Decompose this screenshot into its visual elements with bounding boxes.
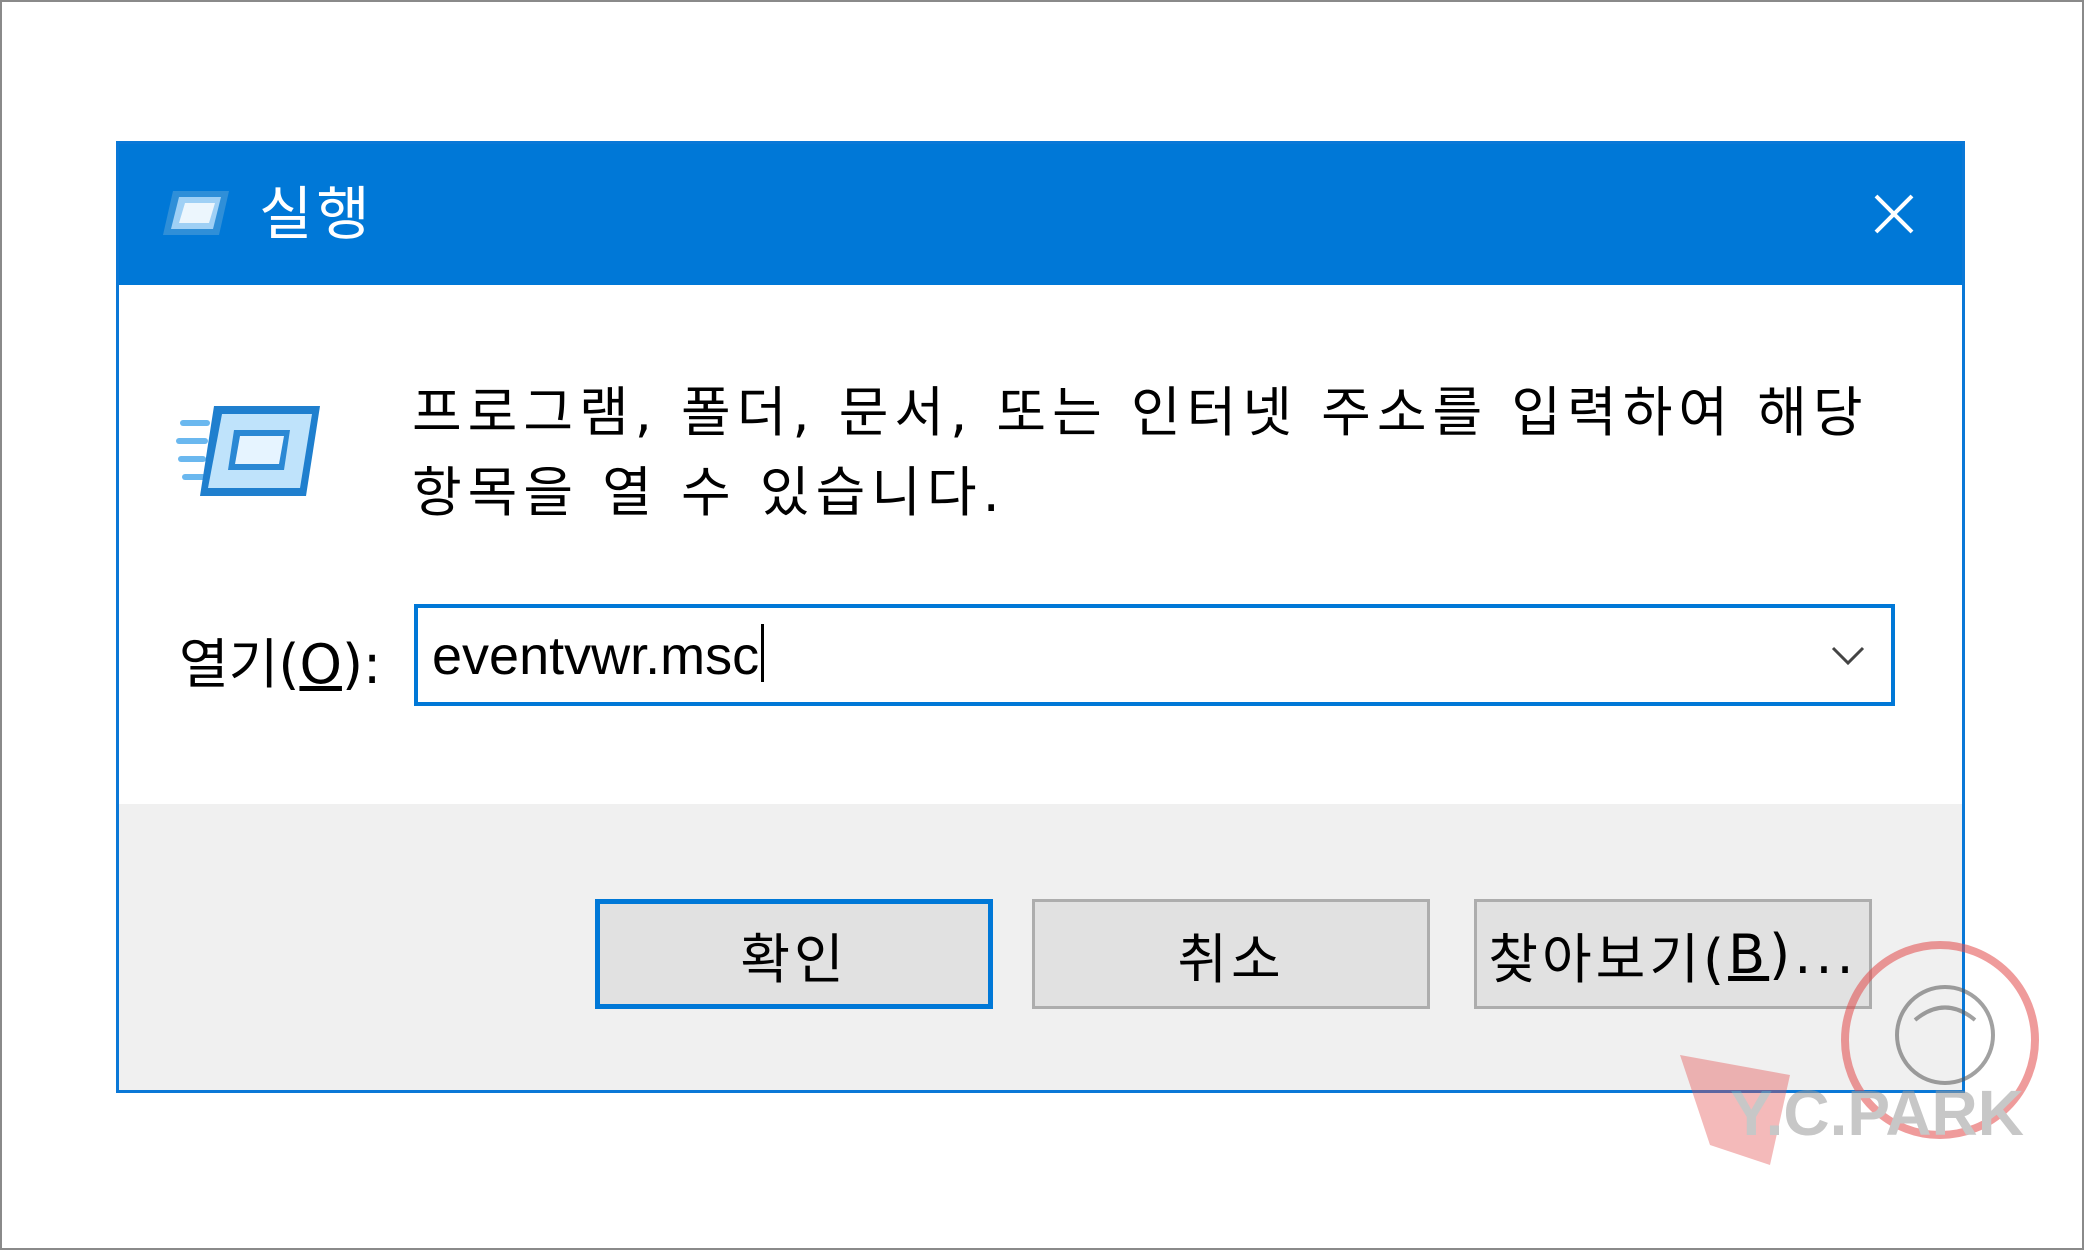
dialog-description: 프로그램, 폴더, 문서, 또는 인터넷 주소를 입력하여 해당 항목을 열 수… xyxy=(412,381,1869,524)
run-icon xyxy=(163,191,229,235)
run-dialog: 실행 프로그램, 폴더, 문서, 또는 인터넷 주소를 입력하여 해당 항목을 … xyxy=(116,141,1965,1093)
run-icon xyxy=(176,406,320,496)
open-label: 열기(O): xyxy=(179,633,382,696)
open-input[interactable]: eventvwr.msc xyxy=(432,618,765,694)
close-icon[interactable] xyxy=(1854,174,1934,254)
cancel-button[interactable]: 취소 xyxy=(1032,899,1430,1009)
chevron-down-icon[interactable] xyxy=(1823,636,1873,676)
open-mnemonic: O xyxy=(299,633,342,696)
button-bar: 확인 취소 찾아보기(B)... xyxy=(119,804,1962,1090)
title-bar[interactable]: 실행 xyxy=(119,144,1962,285)
browse-button[interactable]: 찾아보기(B)... xyxy=(1474,899,1872,1009)
window-title: 실행 xyxy=(259,180,374,248)
ok-button[interactable]: 확인 xyxy=(595,899,993,1009)
text-caret xyxy=(761,624,765,682)
open-combobox[interactable]: eventvwr.msc xyxy=(414,604,1895,706)
dialog-content: 프로그램, 폴더, 문서, 또는 인터넷 주소를 입력하여 해당 항목을 열 수… xyxy=(119,285,1962,804)
